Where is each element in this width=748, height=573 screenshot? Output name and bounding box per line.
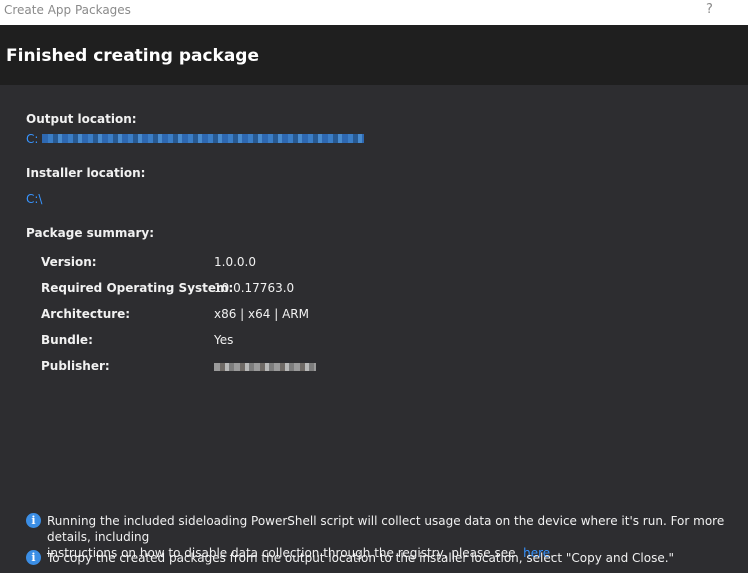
info-icon: i [26,550,41,565]
installer-location-label: Installer location: [26,166,146,180]
bundle-value: Yes [214,333,234,347]
os-key: Required Operating System: [41,281,234,295]
version-value: 1.0.0.0 [214,255,256,269]
output-location-redacted [42,134,364,143]
architecture-value: x86 | x64 | ARM [214,307,309,321]
output-location-label: Output location: [26,112,137,126]
telemetry-notice-line1: Running the included sideloading PowerSh… [47,514,725,544]
os-value: 10.0.17763.0 [214,281,295,295]
package-summary-label: Package summary: [26,226,154,240]
info-icon: i [26,513,41,528]
publisher-key: Publisher: [41,359,110,373]
output-location-link[interactable]: C: [26,132,38,146]
architecture-key: Architecture: [41,307,131,321]
page-header: Finished creating package [0,25,748,85]
help-icon[interactable]: ? [706,2,713,17]
version-key: Version: [41,255,97,269]
bundle-key: Bundle: [41,333,93,347]
publisher-redacted [214,363,316,371]
window-title: Create App Packages [4,3,131,17]
page-title: Finished creating package [6,46,260,66]
copy-notice: To copy the created packages from the ou… [47,551,675,565]
title-bar: Create App Packages ? [0,0,748,25]
installer-location-link[interactable]: C:\ [26,192,42,206]
